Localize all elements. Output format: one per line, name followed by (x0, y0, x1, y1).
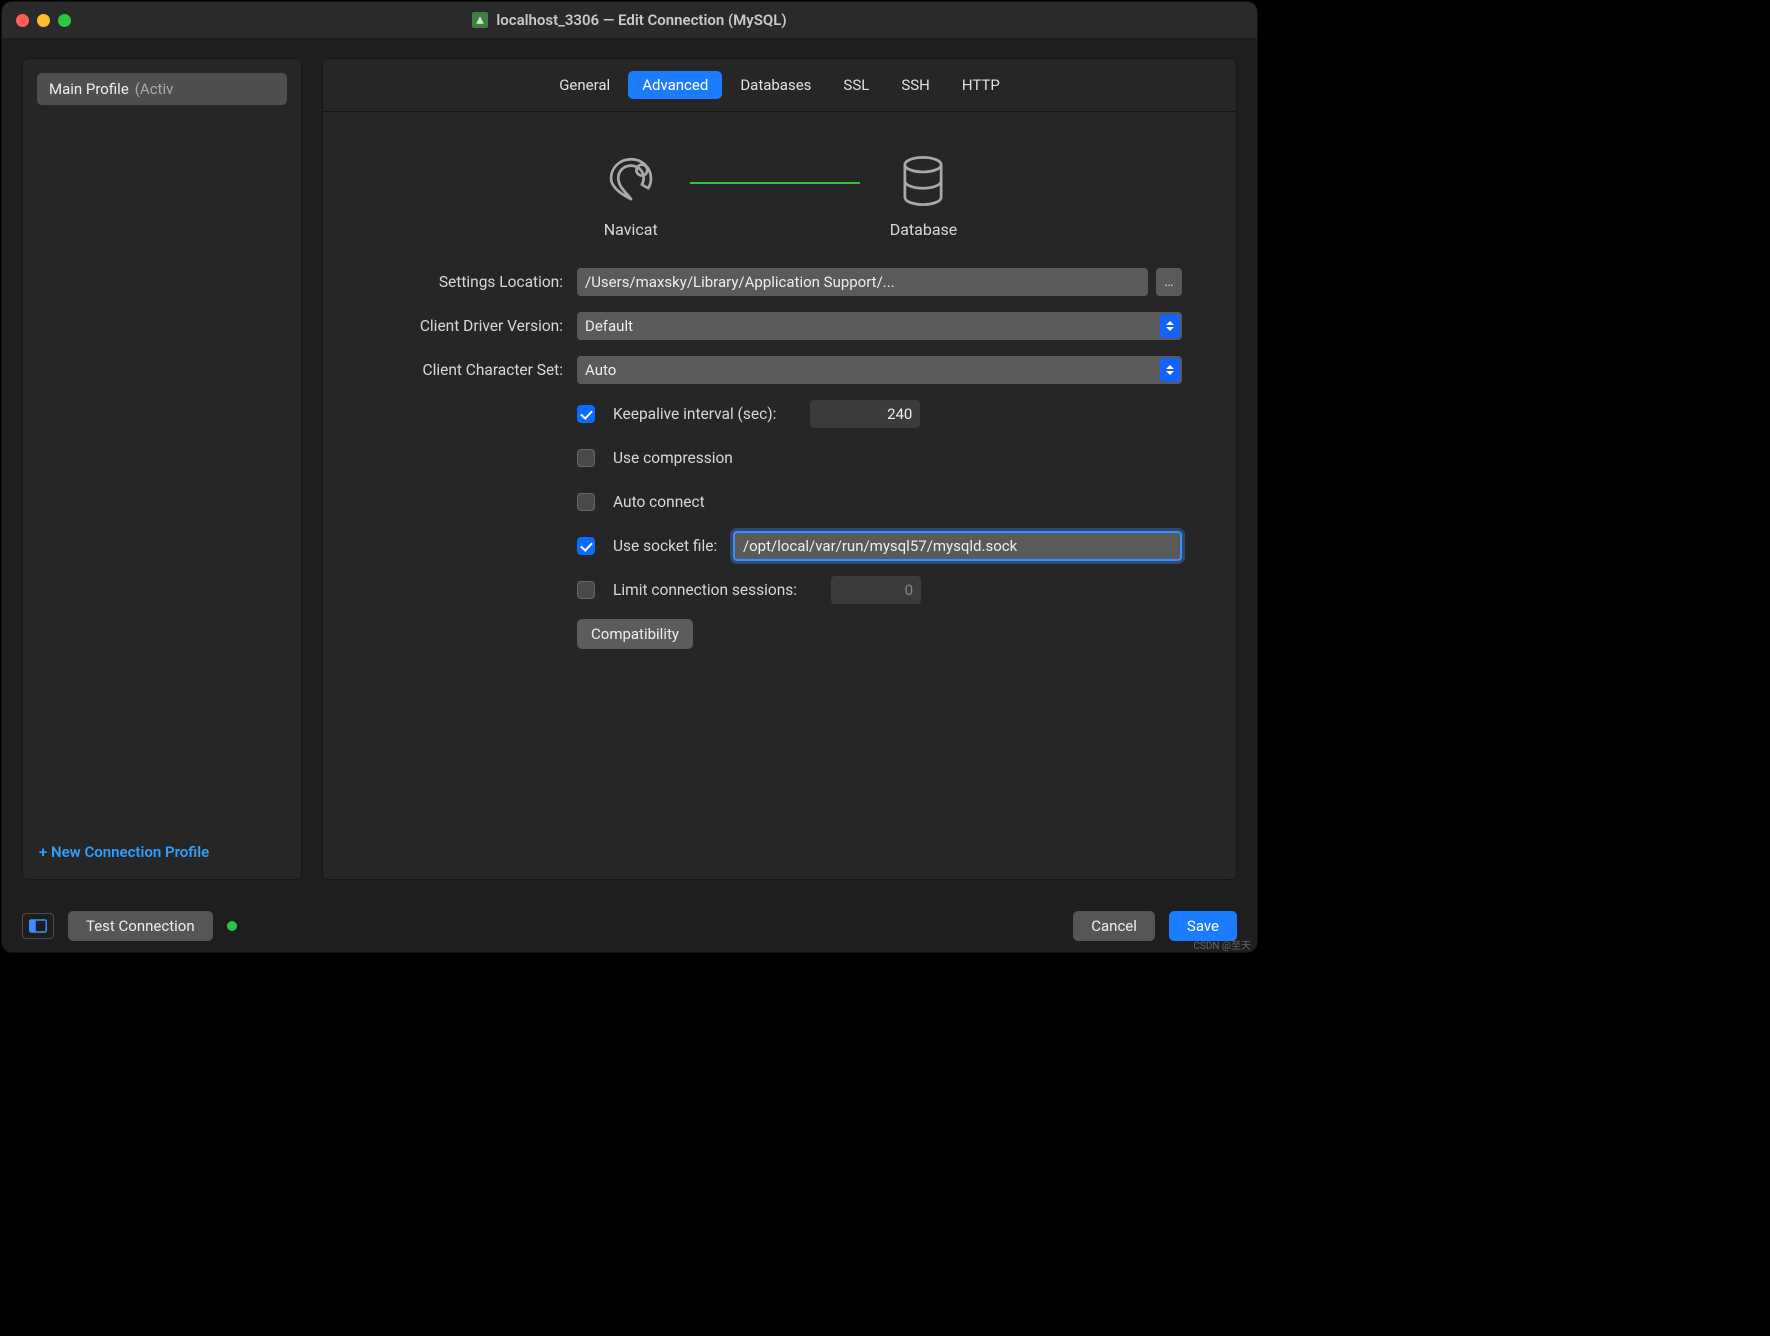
minimize-window-icon[interactable] (37, 14, 50, 27)
use-compression-label: Use compression (613, 449, 733, 467)
auto-connect-checkbox[interactable] (577, 493, 595, 511)
database-icon (894, 152, 952, 210)
auto-connect-label: Auto connect (613, 493, 705, 511)
connection-graphic: Navicat Database (323, 112, 1236, 257)
navicat-app-icon (472, 12, 488, 28)
profile-item-hint: (Activ (135, 80, 174, 98)
settings-location-browse-button[interactable]: … (1156, 268, 1182, 296)
use-compression-checkbox[interactable] (577, 449, 595, 467)
cancel-button[interactable]: Cancel (1073, 911, 1155, 941)
keepalive-checkbox[interactable] (577, 405, 595, 423)
test-connection-button[interactable]: Test Connection (68, 911, 213, 941)
window-title-text: localhost_3306 — Edit Connection (MySQL) (496, 11, 786, 29)
zoom-window-icon[interactable] (58, 14, 71, 27)
tab-advanced[interactable]: Advanced (628, 71, 722, 99)
main-panel: General Advanced Databases SSL SSH HTTP … (322, 58, 1237, 880)
settings-location-label: Settings Location: (377, 273, 577, 291)
graphic-navicat-node: Navicat (602, 152, 660, 239)
keepalive-value-input[interactable] (810, 400, 920, 428)
graphic-navicat-label: Navicat (604, 220, 658, 239)
tab-general[interactable]: General (545, 71, 624, 99)
limit-sessions-checkbox[interactable] (577, 581, 595, 599)
limit-sessions-label: Limit connection sessions: (613, 581, 797, 599)
keepalive-label: Keepalive interval (sec): (613, 405, 776, 423)
sidebar-toggle-button[interactable] (22, 913, 54, 939)
window-controls (16, 14, 71, 27)
client-charset-value: Auto (585, 361, 616, 379)
client-driver-select[interactable]: Default (577, 312, 1182, 340)
settings-location-input[interactable] (577, 268, 1148, 296)
use-socket-checkbox[interactable] (577, 537, 595, 555)
select-arrows-icon (1160, 358, 1180, 382)
profile-list: Main Profile (Activ (23, 59, 301, 829)
close-window-icon[interactable] (16, 14, 29, 27)
advanced-form: Settings Location: … Client Driver Versi… (323, 257, 1236, 663)
profile-item-main[interactable]: Main Profile (Activ (37, 73, 287, 105)
connection-line-icon (690, 182, 860, 184)
window-title: localhost_3306 — Edit Connection (MySQL) (2, 11, 1257, 29)
profiles-sidebar: Main Profile (Activ + New Connection Pro… (22, 58, 302, 880)
new-connection-profile-button[interactable]: + New Connection Profile (23, 829, 301, 879)
titlebar: localhost_3306 — Edit Connection (MySQL) (2, 2, 1257, 38)
profile-item-name: Main Profile (49, 80, 129, 98)
select-arrows-icon (1160, 314, 1180, 338)
limit-sessions-input[interactable] (831, 576, 921, 604)
tab-databases[interactable]: Databases (726, 71, 825, 99)
use-socket-label: Use socket file: (613, 537, 725, 555)
tab-http[interactable]: HTTP (948, 71, 1014, 99)
connection-status-indicator (227, 921, 237, 931)
socket-file-input[interactable] (733, 531, 1182, 561)
client-driver-label: Client Driver Version: (377, 317, 577, 335)
compatibility-button[interactable]: Compatibility (577, 619, 693, 649)
sidebar-toggle-icon (29, 919, 47, 933)
tab-bar: General Advanced Databases SSL SSH HTTP (323, 59, 1236, 112)
footer: Test Connection Cancel Save (2, 900, 1257, 952)
tab-ssh[interactable]: SSH (887, 71, 944, 99)
navicat-icon (602, 152, 660, 210)
watermark: CSDN @至天 (1193, 937, 1251, 952)
client-charset-label: Client Character Set: (377, 361, 577, 379)
tab-ssl[interactable]: SSL (829, 71, 883, 99)
client-driver-value: Default (585, 317, 633, 335)
graphic-database-label: Database (890, 220, 958, 239)
graphic-database-node: Database (890, 152, 958, 239)
edit-connection-window: localhost_3306 — Edit Connection (MySQL)… (2, 2, 1257, 952)
client-charset-select[interactable]: Auto (577, 356, 1182, 384)
